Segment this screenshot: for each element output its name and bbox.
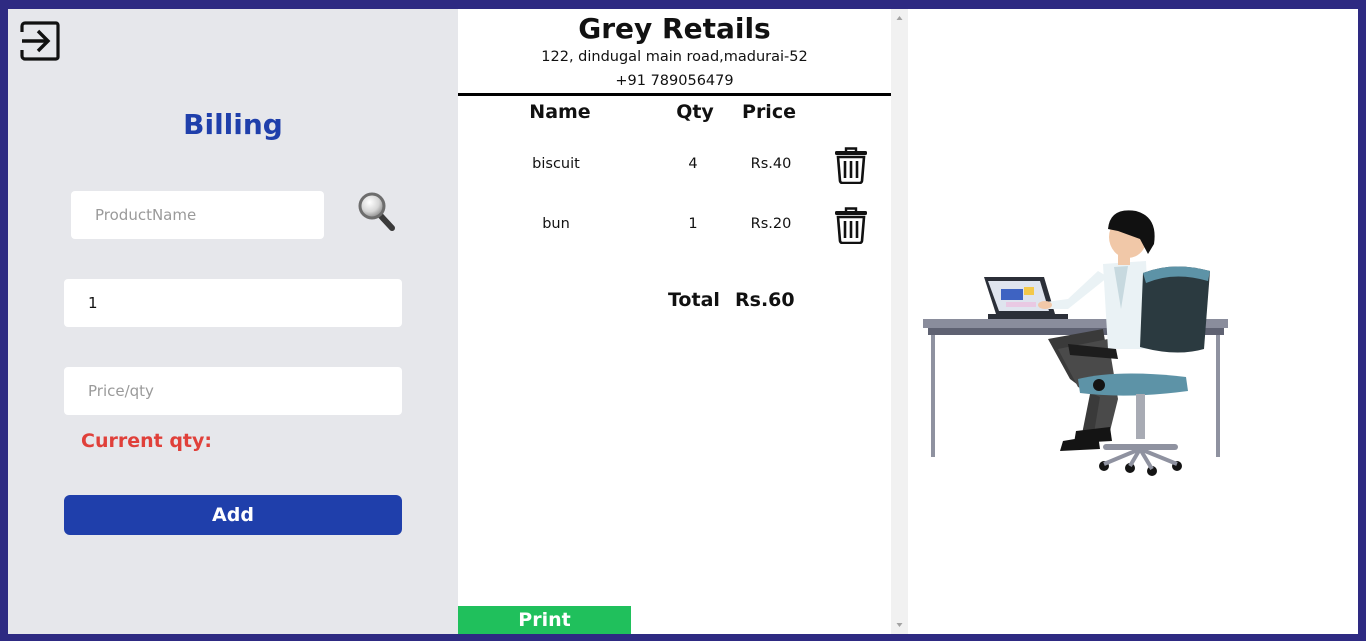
item-qty: 4 [688, 156, 698, 172]
scroll-down-arrow-icon[interactable] [891, 618, 908, 632]
quantity-input[interactable] [64, 279, 402, 327]
column-header-price: Price [742, 101, 796, 123]
shop-address: 122, dindugal main road,madurai-52 [541, 49, 808, 65]
print-button[interactable]: Print [458, 606, 631, 634]
office-worker-illustration [923, 210, 1228, 476]
receipt-panel: Grey Retails 122, dindugal main road,mad… [458, 9, 891, 634]
column-header-name: Name [529, 101, 591, 123]
table-row: bun 1 Rs.20 [458, 206, 891, 246]
price-per-qty-input[interactable] [64, 367, 402, 415]
current-qty-label: Current qty: [81, 430, 212, 452]
add-button[interactable]: Add [64, 495, 402, 535]
table-row: biscuit 4 Rs.40 [458, 146, 891, 186]
trash-icon[interactable] [833, 206, 869, 244]
scroll-up-arrow-icon[interactable] [891, 11, 908, 25]
shop-name: Grey Retails [578, 12, 771, 45]
billing-panel: Billing Current qty: Add [8, 9, 458, 634]
item-name: biscuit [532, 156, 580, 172]
item-price: Rs.20 [750, 216, 792, 232]
product-name-input[interactable] [71, 191, 324, 239]
total-value: Rs.60 [735, 289, 795, 311]
page-title: Billing [183, 108, 283, 141]
magnifier-icon[interactable] [357, 191, 397, 233]
column-header-qty: Qty [676, 101, 714, 123]
trash-icon[interactable] [833, 146, 869, 184]
receipt-scrollbar[interactable] [891, 9, 908, 634]
logout-icon[interactable] [19, 20, 61, 62]
app-frame: Billing Current qty: Add Grey Retails 12… [8, 9, 1358, 634]
shop-phone: +91 789056479 [615, 73, 734, 89]
header-divider [458, 93, 891, 96]
total-label: Total [668, 289, 720, 311]
item-qty: 1 [688, 216, 698, 232]
item-name: bun [542, 216, 570, 232]
item-price: Rs.40 [750, 156, 792, 172]
